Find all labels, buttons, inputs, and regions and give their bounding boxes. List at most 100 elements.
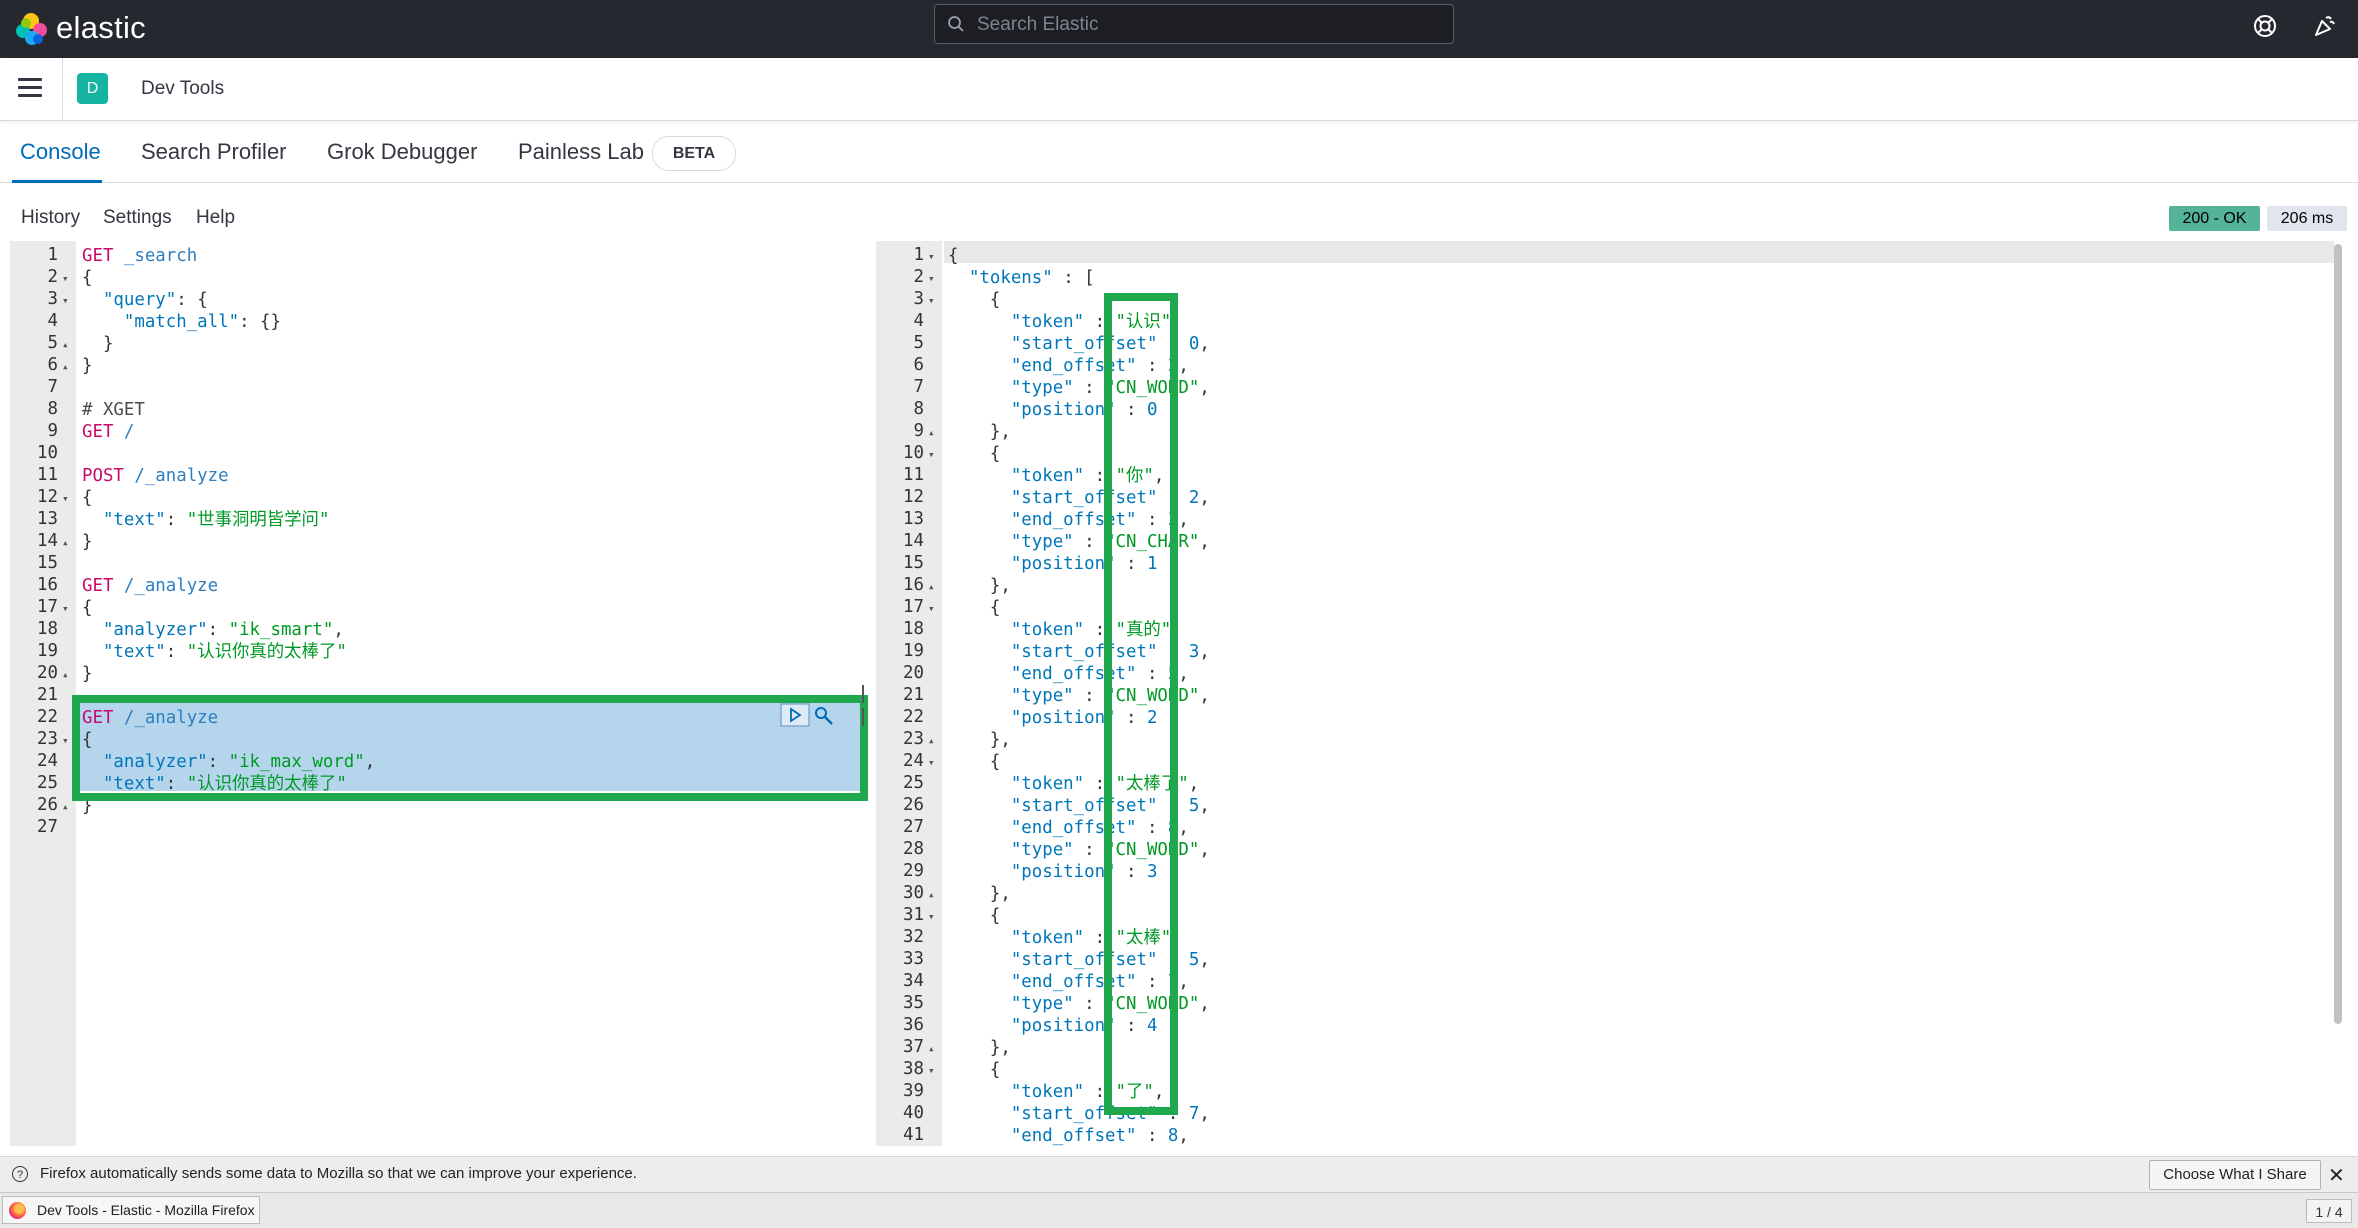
code-token: 3 [1188, 642, 1200, 662]
fold-close-icon[interactable]: ▴ [928, 426, 935, 439]
fold-close-icon[interactable]: ▴ [928, 580, 935, 593]
code-token: , [1199, 1104, 1210, 1124]
line-number: 12 [37, 487, 58, 507]
code-token: , [1199, 686, 1210, 706]
line-number: 15 [903, 553, 924, 573]
response-viewer: 1 ▾{2 ▾ "tokens" : [3 ▾ {4 "token" : "认识", 5… [876, 241, 2336, 1146]
code-line: POST /_analyze [82, 465, 229, 487]
fold-open-icon[interactable]: ▾ [928, 1064, 935, 1077]
global-search[interactable] [934, 4, 1454, 44]
code-token: "text" [102, 510, 166, 530]
code-line: "end_offset" : 8, [948, 1125, 1189, 1147]
code-token: { [948, 290, 1001, 310]
history-link[interactable]: History [21, 207, 80, 229]
code-line: }, [948, 729, 1011, 751]
fold-close-icon[interactable]: ▴ [62, 360, 69, 373]
code-line: { [948, 289, 1000, 311]
help-icon[interactable] [2252, 13, 2278, 39]
code-line: { [948, 245, 958, 267]
code-line: { [948, 905, 1000, 927]
fold-close-icon[interactable]: ▴ [928, 888, 935, 901]
code-token: , [1199, 488, 1210, 508]
code-token: 0 [1188, 334, 1200, 354]
request-highlight-box [72, 695, 868, 801]
code-line: }, [948, 1037, 1011, 1059]
line-number: 35 [903, 993, 924, 1013]
settings-link[interactable]: Settings [103, 207, 172, 229]
help-link[interactable]: Help [196, 207, 235, 229]
code-token: , [1199, 840, 1210, 860]
code-token: : [165, 510, 187, 530]
tab-grok-debugger[interactable]: Grok Debugger [327, 139, 477, 165]
code-token: { [948, 444, 1001, 464]
code-line: GET / [82, 421, 134, 443]
line-number: 14 [37, 531, 58, 551]
taskbar-window-item[interactable]: Dev Tools - Elastic - Mozilla Firefox [2, 1196, 260, 1224]
space-avatar[interactable]: D [77, 73, 108, 104]
fold-close-icon[interactable]: ▴ [62, 338, 69, 351]
choose-what-i-share-button[interactable]: Choose What I Share [2149, 1160, 2321, 1190]
code-token: , [333, 620, 344, 640]
fold-open-icon[interactable]: ▾ [928, 756, 935, 769]
fold-open-icon[interactable]: ▾ [62, 492, 69, 505]
newsfeed-icon[interactable] [2312, 13, 2338, 39]
fold-open-icon[interactable]: ▾ [928, 294, 935, 307]
fold-open-icon[interactable]: ▾ [928, 602, 935, 615]
code-token: : [207, 620, 229, 640]
code-token: : [1073, 686, 1106, 706]
run-request-icon[interactable] [780, 703, 810, 727]
code-line: } [82, 531, 92, 553]
code-token: "position" [1010, 862, 1116, 882]
fold-open-icon[interactable]: ▾ [928, 910, 935, 923]
divider [62, 58, 63, 120]
search-input[interactable] [975, 9, 1439, 41]
panel-resize-handle[interactable] [862, 685, 868, 726]
fold-open-icon[interactable]: ▾ [62, 734, 69, 747]
workspace-pager[interactable]: 1 / 4 [2306, 1199, 2352, 1223]
tab-painless-lab[interactable]: Painless Lab [518, 139, 644, 165]
close-icon[interactable]: ✕ [2328, 1163, 2345, 1188]
code-token: 7 [1188, 1104, 1200, 1124]
brand-name[interactable]: elastic [56, 10, 146, 46]
request-editor[interactable]: 1 GET _search 2 ▾{3 ▾ "query": {4 "match_all… [10, 241, 868, 1146]
fold-close-icon[interactable]: ▴ [928, 734, 935, 747]
fold-close-icon[interactable]: ▴ [62, 668, 69, 681]
tab-console[interactable]: Console [20, 139, 101, 165]
code-line: { [948, 443, 1000, 465]
code-token: "position" [1010, 708, 1116, 728]
code-token: "type" [1010, 378, 1074, 398]
code-token: GET [82, 576, 114, 596]
code-token: : [1073, 532, 1106, 552]
elastic-logo-icon[interactable] [14, 11, 50, 47]
code-token: , [1199, 994, 1210, 1014]
code-token: "认识你真的太棒了" [186, 642, 347, 662]
tab-search-profiler[interactable]: Search Profiler [141, 139, 287, 165]
firefox-icon [9, 1202, 26, 1219]
fold-close-icon[interactable]: ▴ [62, 536, 69, 549]
fold-open-icon[interactable]: ▾ [62, 294, 69, 307]
fold-open-icon[interactable]: ▾ [62, 602, 69, 615]
response-scrollbar[interactable] [2334, 244, 2342, 1024]
line-number: 23 [903, 729, 924, 749]
fold-close-icon[interactable]: ▴ [62, 800, 69, 813]
fold-close-icon[interactable]: ▴ [928, 1042, 935, 1055]
code-token: "type" [1010, 994, 1074, 1014]
fold-open-icon[interactable]: ▾ [928, 250, 935, 263]
line-number: 21 [37, 685, 58, 705]
fold-open-icon[interactable]: ▾ [928, 272, 935, 285]
menu-toggle-icon[interactable] [18, 78, 42, 98]
active-tab-indicator [12, 180, 102, 183]
wrench-icon[interactable] [812, 704, 836, 728]
fold-open-icon[interactable]: ▾ [928, 448, 935, 461]
code-line: }, [948, 883, 1011, 905]
fold-open-icon[interactable]: ▾ [62, 272, 69, 285]
line-number: 8 [47, 399, 58, 419]
code-token: "token" [1010, 928, 1085, 948]
